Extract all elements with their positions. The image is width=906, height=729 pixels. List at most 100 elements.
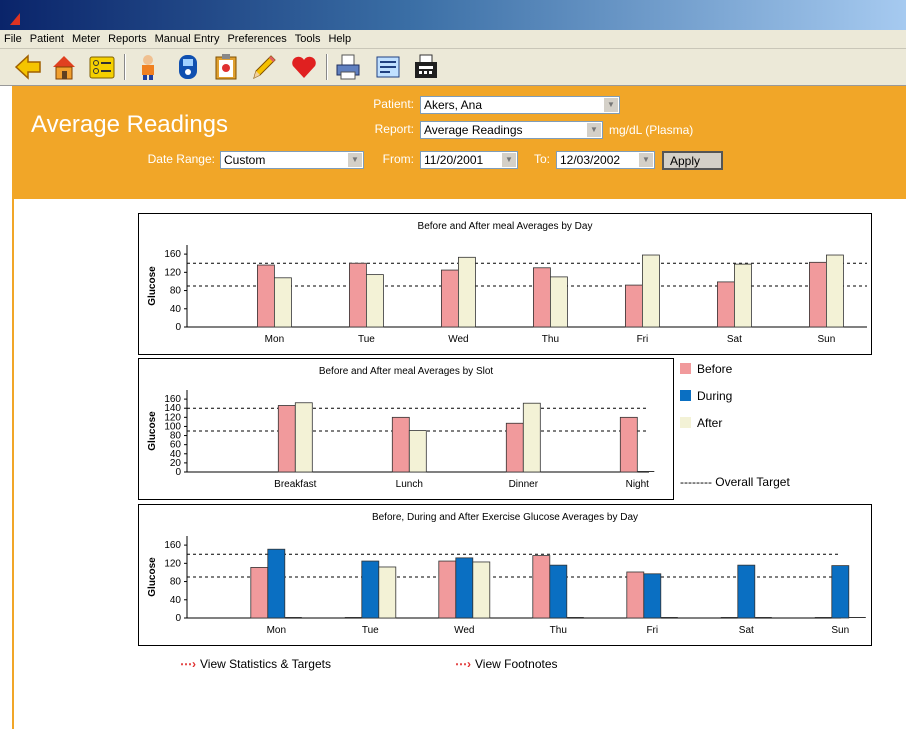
report-label: Report:	[374, 122, 414, 136]
chart-plot: 0 40 80 120 160 Glucose Mon Tue Wed Thu Fri Sat Sun	[147, 245, 867, 345]
bar-during	[737, 564, 756, 619]
bar-before	[250, 567, 269, 619]
apply-button[interactable]: Apply	[662, 151, 723, 170]
chevron-down-icon[interactable]: ▼	[639, 153, 653, 167]
menu-manual-entry[interactable]: Manual Entry	[151, 30, 224, 45]
arrow-right-icon: ⋯›	[455, 657, 471, 671]
person-icon[interactable]	[134, 53, 162, 81]
chart-plot: 0 40 80 120 160 Glucose Mon Tue Wed Thu Fri Sat Sun	[147, 536, 866, 636]
view-footnotes-label: View Footnotes	[475, 657, 558, 671]
x-tick-label: Fri	[646, 625, 658, 636]
chevron-down-icon[interactable]: ▼	[348, 153, 362, 167]
x-tick-label: Tue	[358, 334, 375, 345]
view-statistics-link[interactable]: ⋯› View Statistics & Targets	[180, 657, 331, 671]
bar-during	[361, 560, 380, 619]
x-tick-label: Sun	[831, 625, 849, 636]
from-date-value: 11/20/2001	[424, 153, 484, 167]
patient-select[interactable]: Akers, Ana ▼	[420, 96, 620, 114]
bar-after	[472, 561, 491, 619]
menu-reports[interactable]: Reports	[104, 30, 151, 45]
menu-tools[interactable]: Tools	[291, 30, 325, 45]
bar-before	[505, 422, 524, 473]
heart-icon[interactable]	[290, 53, 318, 81]
clipboard-icon[interactable]	[212, 53, 240, 81]
chart-exercise-by-day: Before, During and After Exercise Glucos…	[138, 504, 872, 646]
menu-patient[interactable]: Patient	[26, 30, 68, 45]
chart-by-slot: Before and After meal Averages by Slot 0…	[138, 358, 674, 500]
x-tick-label: Breakfast	[274, 479, 316, 490]
bar-after	[734, 263, 752, 328]
menu-help[interactable]: Help	[324, 30, 355, 45]
legend-before: Before	[680, 362, 732, 376]
y-tick-label: 120	[164, 558, 181, 569]
bar-after	[549, 276, 568, 328]
chevron-down-icon[interactable]: ▼	[587, 123, 601, 137]
menu-preferences[interactable]: Preferences	[223, 30, 290, 45]
legend-swatch	[680, 417, 691, 428]
back-arrow-icon[interactable]	[14, 53, 42, 81]
legend-label: During	[697, 389, 733, 403]
x-tick-label: Thu	[542, 334, 559, 345]
y-tick-label: 80	[170, 577, 182, 588]
arrow-right-icon: ⋯›	[180, 657, 196, 671]
legend-after: After	[680, 416, 722, 430]
x-tick-label: Sun	[818, 334, 836, 345]
pencil-icon[interactable]	[250, 53, 278, 81]
bar-before	[717, 281, 735, 328]
y-tick-label: 0	[175, 613, 181, 624]
y-tick-label: 40	[170, 595, 182, 606]
bar-before	[257, 264, 275, 328]
to-date-field[interactable]: 12/03/2002 ▼	[556, 151, 655, 169]
legend-target: -------- Overall Target	[680, 475, 790, 489]
report-value: Average Readings	[424, 123, 523, 137]
view-statistics-label: View Statistics & Targets	[200, 657, 331, 671]
menu-file[interactable]: File	[0, 30, 26, 45]
bar-after	[826, 254, 844, 328]
patient-value: Akers, Ana	[424, 98, 483, 112]
left-border	[12, 199, 14, 729]
from-date-field[interactable]: 11/20/2001 ▼	[420, 151, 518, 169]
bar-before	[532, 267, 551, 328]
date-range-select[interactable]: Custom ▼	[220, 151, 364, 169]
chevron-down-icon[interactable]: ▼	[604, 98, 618, 112]
view-footnotes-link[interactable]: ⋯› View Footnotes	[455, 657, 558, 671]
bar-after	[457, 256, 476, 328]
home-icon[interactable]	[50, 53, 78, 81]
toolbar-separator	[124, 54, 126, 80]
chevron-down-icon[interactable]: ▼	[502, 153, 516, 167]
bar-before	[809, 261, 827, 328]
report-select[interactable]: Average Readings ▼	[420, 121, 603, 139]
notepad-icon[interactable]	[374, 53, 402, 81]
meter-icon[interactable]	[174, 53, 202, 81]
y-tick-label: 0	[175, 322, 181, 333]
legend-label: After	[697, 416, 723, 430]
page-title: Average Readings	[31, 111, 229, 138]
bar-before	[348, 262, 367, 328]
y-tick-label: 80	[170, 286, 182, 297]
bar-before	[440, 269, 459, 328]
chart-plot: 020406080100120140160GlucoseBreakfast Lun…	[147, 390, 655, 490]
y-axis-label: Glucose	[147, 557, 158, 597]
x-tick-label: Fri	[637, 334, 649, 345]
menu-meter[interactable]: Meter	[68, 30, 104, 45]
legend-during: During	[680, 389, 732, 403]
bar-after	[294, 402, 313, 473]
x-tick-label: Thu	[550, 625, 567, 636]
bar-before	[624, 284, 643, 328]
units-label: mg/dL (Plasma)	[609, 123, 694, 137]
bar-during	[643, 573, 662, 619]
report-header: Average Readings Patient: Akers, Ana ▼ Re…	[12, 86, 906, 199]
list-icon[interactable]	[88, 53, 116, 81]
bar-during	[455, 557, 474, 619]
y-tick-label: 40	[170, 304, 182, 315]
y-axis-label: Glucose	[147, 411, 158, 451]
printer-icon[interactable]	[334, 53, 362, 81]
y-tick-label: 160	[164, 540, 181, 551]
date-range-value: Custom	[224, 153, 266, 167]
from-label: From:	[382, 152, 414, 166]
to-label: To:	[533, 152, 550, 166]
bar-during	[267, 548, 286, 619]
bar-before	[438, 560, 457, 619]
legend-swatch	[680, 390, 691, 401]
fax-icon[interactable]	[412, 53, 440, 81]
